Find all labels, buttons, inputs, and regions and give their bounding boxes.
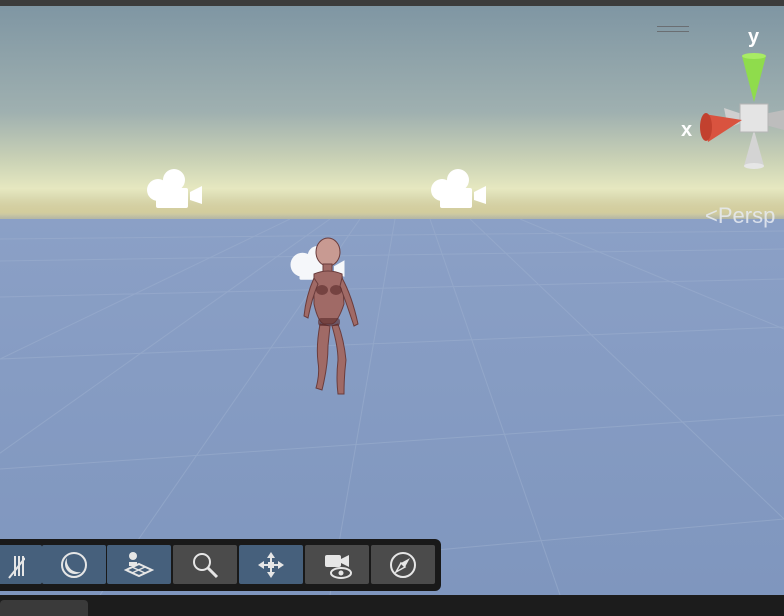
scene-viewport[interactable]: y x <Persp — [0, 6, 784, 595]
compass-navigation-icon — [390, 551, 416, 578]
move-tool-button[interactable] — [239, 545, 303, 584]
shading-mode-button[interactable] — [42, 545, 106, 584]
orientation-gizmo[interactable]: y x — [680, 26, 784, 180]
move-tool-icon — [258, 551, 284, 578]
scene-view-layers-icon — [124, 551, 154, 577]
grid-snap-icon — [8, 555, 25, 579]
shading-sphere-icon — [61, 551, 87, 578]
projection-label[interactable]: <Persp — [705, 203, 775, 229]
camera-visibility-button[interactable] — [305, 545, 369, 584]
neg-y-cone-icon[interactable] — [744, 130, 764, 166]
grid-snap-button[interactable] — [0, 545, 42, 584]
zoom-button[interactable] — [173, 545, 237, 584]
scene-overlay-toolbar — [0, 539, 441, 591]
bottom-panel-strip — [0, 595, 784, 616]
scene-layers-button[interactable] — [107, 545, 171, 584]
chevron-left-icon: < — [705, 203, 718, 228]
camera-gizmo-icon[interactable] — [144, 166, 204, 210]
character-model[interactable] — [292, 234, 368, 404]
camera-gizmo-icon[interactable] — [428, 166, 488, 210]
camera-visibility-icon — [325, 554, 352, 579]
compass-navigation-button[interactable] — [371, 545, 435, 584]
zoom-magnifier-icon — [193, 552, 219, 578]
projection-text: Persp — [717, 203, 776, 228]
y-axis-cone-icon[interactable] — [742, 56, 766, 102]
bottom-panel-tab[interactable] — [0, 600, 88, 616]
